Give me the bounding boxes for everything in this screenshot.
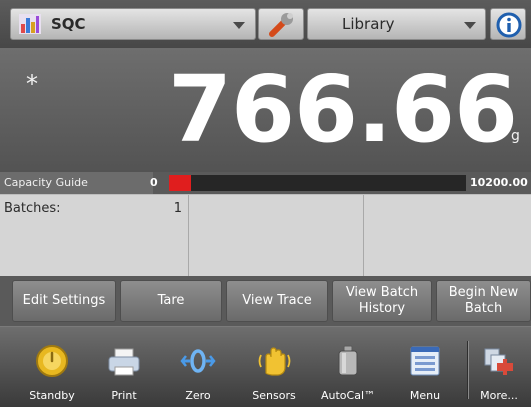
zero-icon: [180, 349, 216, 373]
batches-label: Batches:: [4, 201, 61, 216]
info-cell: Batches: 1: [0, 195, 189, 277]
more-label: More...: [480, 389, 518, 402]
bar-chart-icon: [19, 14, 41, 34]
chevron-down-icon: [464, 22, 476, 29]
menu-button[interactable]: Menu: [393, 327, 457, 407]
zero-button[interactable]: Zero: [166, 327, 230, 407]
info-cell: [189, 195, 364, 277]
sensors-button[interactable]: Sensors: [242, 327, 306, 407]
standby-label: Standby: [29, 389, 75, 402]
edit-settings-button[interactable]: Edit Settings: [12, 280, 116, 322]
print-button[interactable]: Print: [92, 327, 156, 407]
view-trace-button[interactable]: View Trace: [226, 280, 328, 322]
printer-icon: [108, 348, 140, 376]
info-icon: [496, 12, 522, 38]
capacity-min: 0: [150, 176, 158, 189]
view-batch-history-button[interactable]: View Batch History: [332, 280, 432, 322]
settings-button[interactable]: [258, 8, 304, 40]
capacity-guide: Capacity Guide 0 10200.00: [0, 172, 531, 194]
wrench-icon: [269, 13, 293, 37]
library-dropdown[interactable]: Library: [307, 8, 486, 40]
menu-label: Menu: [409, 389, 441, 402]
begin-new-batch-button[interactable]: Begin New Batch: [436, 280, 531, 322]
weight-reading: 766.66: [168, 56, 518, 163]
info-grid: Batches: 1: [0, 194, 531, 277]
print-label: Print: [111, 389, 137, 402]
autocal-label: AutoCal™: [320, 389, 376, 402]
library-label: Library: [342, 15, 395, 33]
autocal-button[interactable]: AutoCal™: [316, 327, 380, 407]
tare-button[interactable]: Tare: [120, 280, 222, 322]
more-button[interactable]: More...: [467, 327, 531, 407]
top-bar: SQC Library: [0, 0, 531, 48]
stability-indicator: *: [26, 70, 38, 98]
hand-sensor-icon: [258, 347, 291, 376]
weight-unit[interactable]: g: [511, 128, 520, 144]
calibration-weight-icon: [338, 345, 358, 376]
standby-icon: [36, 345, 68, 377]
info-button[interactable]: [490, 8, 526, 40]
more-icon: [484, 348, 513, 375]
sensors-label: Sensors: [252, 389, 296, 402]
bottom-icon-bar: Standby Print Zero Sensors AutoCal™ Menu…: [0, 326, 531, 407]
standby-button[interactable]: Standby: [20, 327, 84, 407]
capacity-bar: [169, 175, 466, 191]
capacity-max: 10200.00: [470, 176, 528, 189]
weight-display: * 766.66 g: [0, 48, 531, 172]
batches-value: 1: [173, 201, 182, 216]
zero-label: Zero: [185, 389, 211, 402]
capacity-guide-label: Capacity Guide: [0, 172, 153, 194]
application-name: SQC: [51, 15, 86, 33]
menu-icon: [410, 346, 440, 376]
application-dropdown[interactable]: SQC: [10, 8, 256, 40]
chevron-down-icon: [233, 22, 245, 29]
capacity-fill: [169, 175, 191, 191]
action-buttons: Edit Settings Tare View Trace View Batch…: [0, 276, 531, 326]
info-cell: [364, 195, 531, 277]
